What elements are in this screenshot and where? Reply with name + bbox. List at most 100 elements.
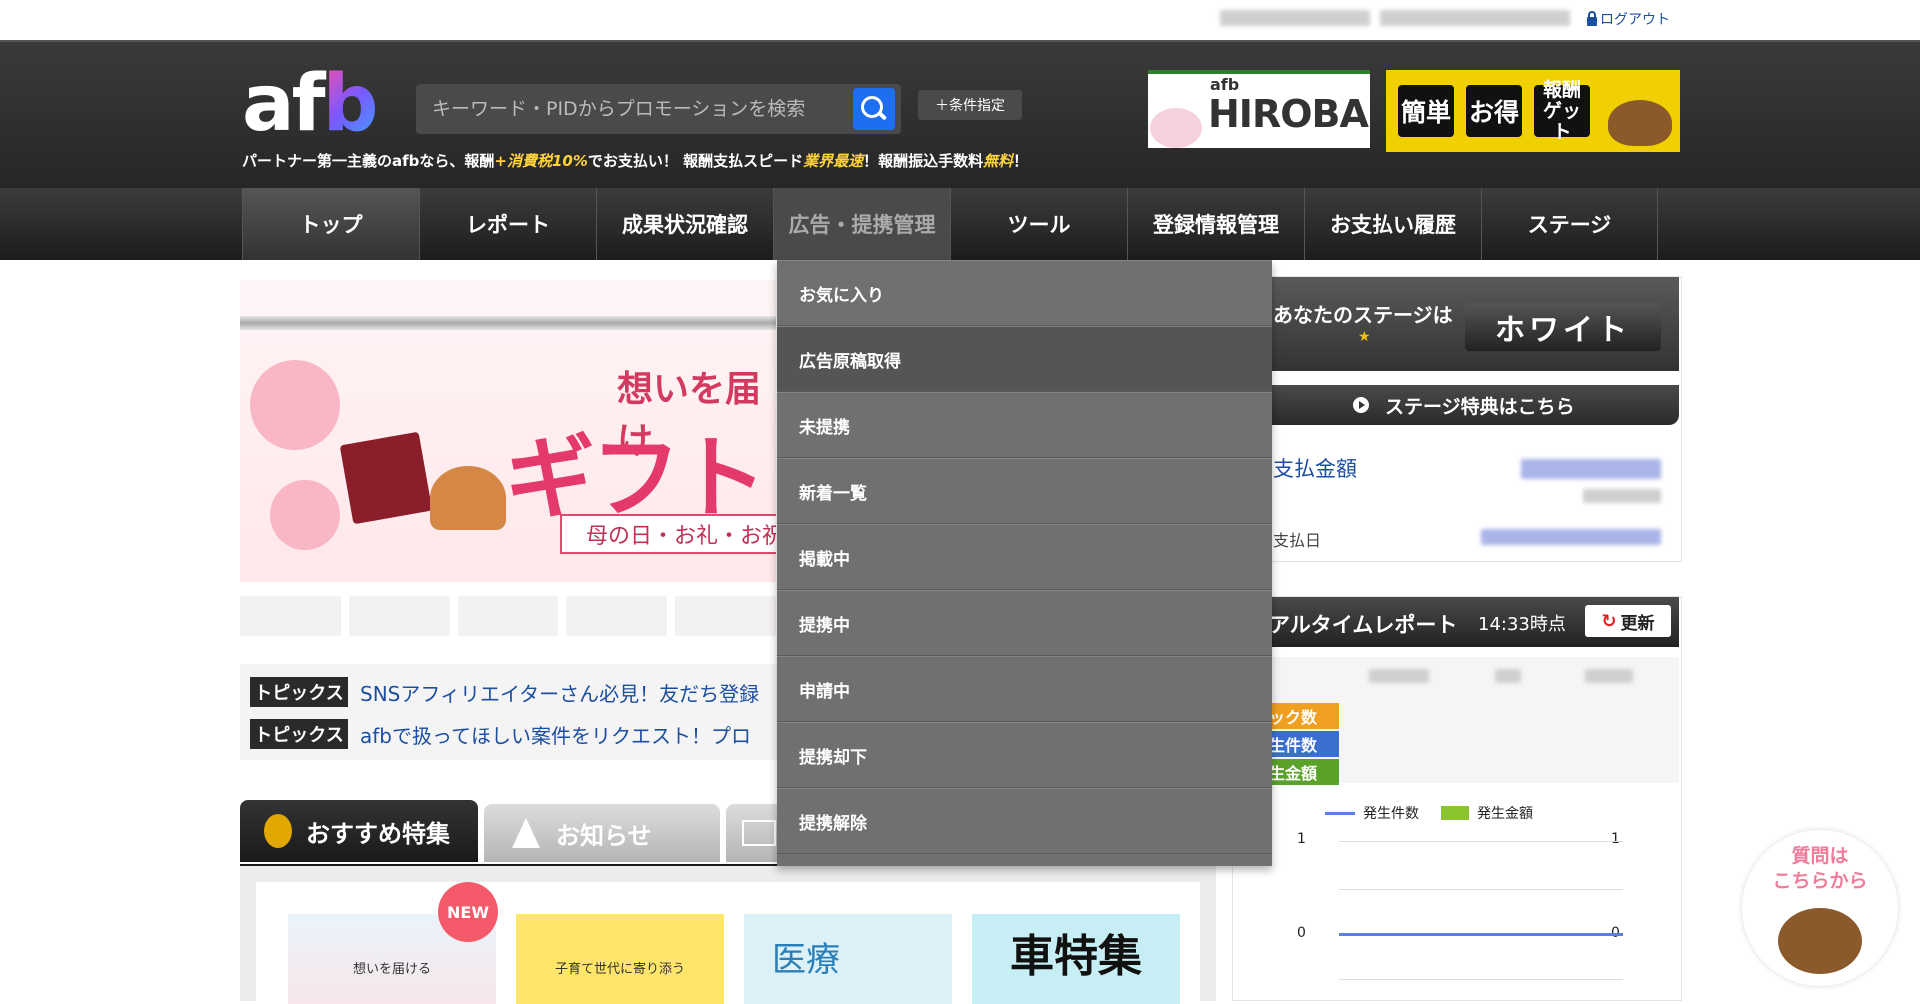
tagline-highlight: 業界最速: [803, 152, 864, 170]
row-label: 生件数: [1269, 736, 1318, 755]
realtime-time: 14:33時点: [1478, 614, 1566, 635]
payment-date-blurred: [1481, 529, 1661, 545]
stage-benefit-button[interactable]: ステージ特典はこちら: [1233, 385, 1679, 425]
gridline: [1339, 841, 1623, 842]
stage-panel: あなたのステージは ★ ホワイト ステージ特典はこちら 支払金額 支払日: [1232, 276, 1682, 562]
tab-news[interactable]: お知らせ: [484, 804, 720, 862]
help-line: こちらから: [1772, 870, 1868, 892]
menu-published[interactable]: 掲載中: [777, 524, 1272, 590]
topic-tag: トピックス: [250, 719, 348, 749]
tab-label: お知らせ: [556, 821, 652, 850]
menu-rejected[interactable]: 提携却下: [777, 722, 1272, 788]
featured-inner: 想いを届ける 子育て世代に寄り添う 医療 車特集: [256, 882, 1200, 1004]
menu-cancelled[interactable]: 提携解除: [777, 788, 1272, 854]
medal-icon: [264, 814, 292, 848]
topics-panel: トピックス SNSアフィリエイターさん必見！友だち登録 トピックス afbで扱っ…: [240, 664, 780, 760]
search-input[interactable]: [430, 97, 854, 121]
feature-card-label: 車特集: [1010, 931, 1142, 982]
help-button[interactable]: 質問は こちらから: [1742, 830, 1898, 986]
nav-tools[interactable]: ツール: [950, 188, 1127, 260]
afb-logo[interactable]: afb: [242, 64, 378, 144]
content-tabs: おすすめ特集 お知らせ: [240, 800, 786, 862]
realtime-table: ック数 生件数 生金額: [1233, 657, 1679, 785]
topic-item[interactable]: トピックス afbで扱ってほしい案件をリクエスト！プロ: [250, 718, 751, 750]
tagline-part: ！報酬振込手数料: [863, 152, 984, 170]
legend-box-swatch: [1441, 806, 1469, 820]
topic-item[interactable]: トピックス SNSアフィリエイターさん必見！友だち登録: [250, 676, 759, 708]
topic-link[interactable]: SNSアフィリエイターさん必見！友だち登録: [360, 678, 759, 707]
menu-applying[interactable]: 申請中: [777, 656, 1272, 722]
gridline: [1339, 979, 1623, 980]
logout-link[interactable]: ログアウト: [1587, 9, 1670, 29]
nav-payment-history[interactable]: お支払い履歴: [1304, 188, 1481, 260]
stage-value: ホワイト: [1465, 303, 1661, 351]
reward-promo-banner[interactable]: 簡単 お得 報酬ゲット: [1386, 70, 1680, 152]
logout-label: ログアウト: [1600, 12, 1670, 28]
feature-card-car[interactable]: 車特集: [972, 914, 1180, 1004]
row-count: 生件数: [1269, 731, 1339, 757]
menu-new-list[interactable]: 新着一覧: [777, 458, 1272, 524]
nav-top[interactable]: トップ: [242, 188, 419, 260]
banner-subtitle: 母の日・お礼・お祝: [560, 514, 776, 554]
legend-count: 発生件数: [1325, 803, 1419, 823]
mail-icon: [742, 820, 776, 846]
menu-not-partnered[interactable]: 未提携: [777, 392, 1272, 458]
refresh-button[interactable]: ↻ 更新: [1585, 605, 1671, 637]
gridline: [1339, 889, 1623, 890]
refresh-label: 更新: [1620, 613, 1655, 634]
banner-thumb[interactable]: [348, 596, 450, 636]
cone-icon: [512, 818, 540, 848]
hiroba-banner[interactable]: afb HIROBA: [1148, 70, 1370, 148]
banner-thumb[interactable]: [675, 596, 776, 636]
axis-right-top: 1: [1611, 831, 1620, 847]
search-button[interactable]: [853, 88, 895, 130]
banner-thumbnails: [240, 596, 776, 636]
search-icon: [861, 96, 883, 118]
hiroba-title: HIROBA: [1208, 92, 1369, 136]
promo-word-value: お得: [1466, 85, 1522, 137]
hiroba-strip: [1148, 70, 1370, 74]
sakura-decoration: [250, 360, 340, 450]
site-header: afb パートナー第一主義のafbなら、報酬+消費税10%でお支払い！ 報酬支払…: [0, 40, 1920, 190]
cake-image: [430, 466, 506, 530]
banner-thumb[interactable]: [457, 596, 559, 636]
help-text: 質問は こちらから: [1742, 844, 1898, 894]
stage-header: あなたのステージは ★ ホワイト: [1233, 277, 1679, 371]
logo-af: af: [242, 59, 326, 149]
nav-results[interactable]: 成果状況確認: [596, 188, 773, 260]
user-name-blurred: [1220, 10, 1370, 26]
feature-card-label: 想いを届ける: [352, 962, 431, 977]
tagline-part: でお支払い！ 報酬支払スピード: [587, 152, 804, 170]
nav-report[interactable]: レポート: [419, 188, 596, 260]
promo-word-reward: 報酬ゲット: [1534, 79, 1590, 142]
tagline-highlight: 無料: [983, 152, 1014, 170]
mascot-image: [1150, 108, 1202, 148]
banner-thumb[interactable]: [566, 596, 668, 636]
nav-stage[interactable]: ステージ: [1481, 188, 1658, 260]
axis-left-zero: 0: [1297, 925, 1306, 941]
legend-amount: 発生金額: [1441, 803, 1533, 823]
menu-get-ad-material[interactable]: 広告原稿取得: [777, 326, 1272, 392]
condition-button[interactable]: ＋条件指定: [918, 90, 1022, 120]
payment-amount-label: 支払金額: [1273, 457, 1357, 481]
new-badge: NEW: [438, 882, 498, 942]
tab-recommended[interactable]: おすすめ特集: [240, 800, 478, 862]
logo-b: b: [322, 59, 379, 149]
topic-link[interactable]: afbで扱ってほしい案件をリクエスト！プロ: [360, 720, 751, 749]
feature-card-medical[interactable]: 医療: [744, 914, 952, 1004]
gift-box-image: [339, 431, 433, 525]
row-label: 生金額: [1269, 764, 1318, 783]
payment-amount-blurred: [1521, 459, 1661, 479]
stage-label: あなたのステージは: [1273, 303, 1453, 327]
nav-registration[interactable]: 登録情報管理: [1127, 188, 1304, 260]
banner-thumb[interactable]: [240, 596, 341, 636]
menu-partnered[interactable]: 提携中: [777, 590, 1272, 656]
feature-card-parenting[interactable]: 子育て世代に寄り添う: [516, 914, 724, 1004]
nav-ad-management[interactable]: 広告・提携管理: [773, 188, 950, 260]
date-blurred: [1369, 669, 1429, 683]
gift-feature-banner[interactable]: 想いを届け ギフト 母の日・お礼・お祝: [240, 280, 776, 582]
sakura-decoration: [270, 480, 340, 550]
menu-favorites[interactable]: お気に入り: [777, 260, 1272, 326]
date-blurred: [1495, 669, 1521, 683]
bear-mascot-icon: [1778, 908, 1862, 974]
